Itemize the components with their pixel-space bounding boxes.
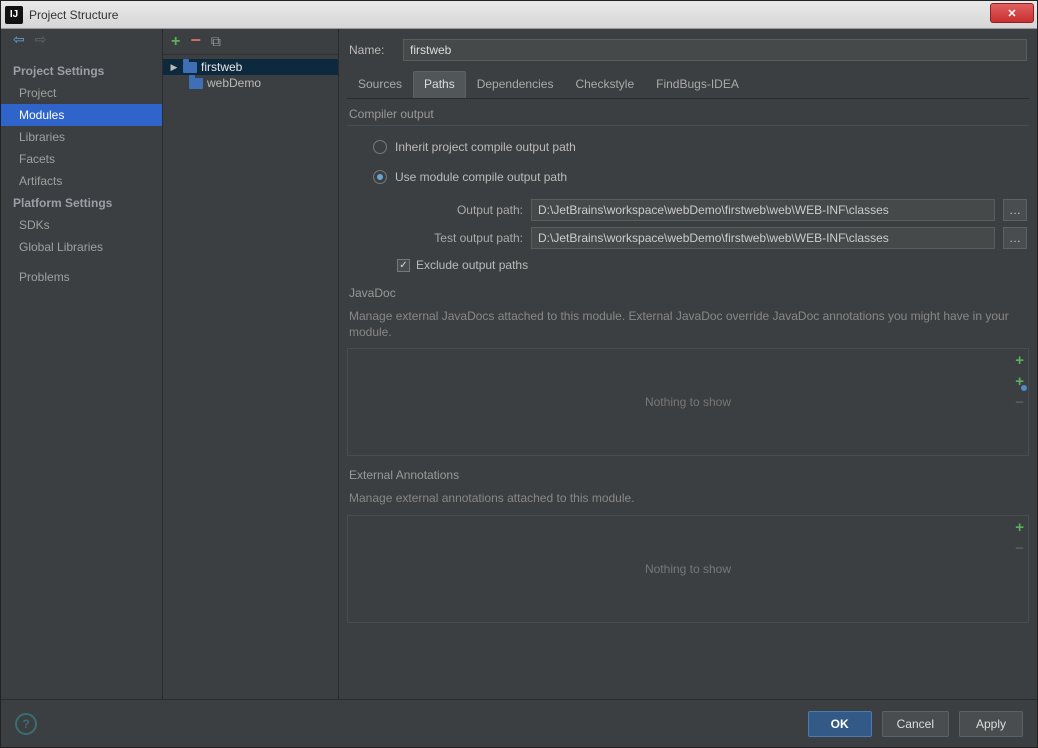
tab-paths[interactable]: Paths [413,71,466,98]
section-project-settings: Project Settings [1,60,162,82]
radio-module[interactable] [373,170,387,184]
app-icon: IJ [5,6,23,24]
settings-nav: Project Settings Project Modules Librari… [1,54,162,294]
radio-module-label: Use module compile output path [395,170,567,184]
tree-item-webdemo[interactable]: webDemo [163,75,338,91]
test-output-path-input[interactable] [531,227,995,249]
remove-icon[interactable]: − [190,30,201,51]
add-icon[interactable]: + [171,33,180,51]
tree-label: firstweb [201,60,242,74]
nav-modules[interactable]: Modules [1,104,162,126]
dialog-buttons: OK Cancel Apply [808,711,1023,737]
javadoc-section: JavaDoc Manage external JavaDocs attache… [347,284,1029,456]
tab-sources[interactable]: Sources [347,71,413,98]
output-path-input[interactable] [531,199,995,221]
add-extann-icon[interactable]: + [1015,520,1024,535]
radio-inherit-row[interactable]: Inherit project compile output path [347,136,1029,158]
titlebar[interactable]: IJ Project Structure ✕ [1,1,1037,29]
remove-javadoc-icon[interactable]: − [1015,395,1024,410]
nav-artifacts[interactable]: Artifacts [1,170,162,192]
apply-button[interactable]: Apply [959,711,1023,737]
modules-toolbar: + − ⧉ [163,29,338,55]
name-row: Name: [347,35,1029,71]
nav-libraries[interactable]: Libraries [1,126,162,148]
tree-label: webDemo [207,76,261,90]
tree-item-firstweb[interactable]: ▶ firstweb [163,59,338,75]
copy-icon[interactable]: ⧉ [211,33,221,50]
output-path-browse-button[interactable]: … [1003,199,1027,221]
extann-side-toolbar: + − [1015,520,1024,556]
radio-module-row[interactable]: Use module compile output path [347,166,1029,188]
output-path-label: Output path: [397,203,523,217]
external-annotations-section: External Annotations Manage external ann… [347,466,1029,622]
back-icon[interactable]: ⇦ [13,31,25,48]
extann-empty-text: Nothing to show [645,562,731,576]
close-button[interactable]: ✕ [990,3,1034,23]
help-button[interactable]: ? [15,713,37,735]
project-structure-window: IJ Project Structure ✕ ⇦ ⇨ Project Setti… [0,0,1038,748]
window-title: Project Structure [29,8,118,22]
tab-dependencies[interactable]: Dependencies [466,71,565,98]
test-output-path-row: Test output path: … [347,224,1029,252]
compiler-output-section: Compiler output Inherit project compile … [347,105,1029,274]
modules-tree: ▶ firstweb webDemo [163,55,338,95]
name-label: Name: [349,43,393,57]
settings-sidebar: ⇦ ⇨ Project Settings Project Modules Lib… [1,29,163,699]
ok-button[interactable]: OK [808,711,872,737]
exclude-output-label: Exclude output paths [416,258,528,272]
nav-facets[interactable]: Facets [1,148,162,170]
dialog-body: ⇦ ⇨ Project Settings Project Modules Lib… [1,29,1037,699]
module-name-input[interactable] [403,39,1027,61]
radio-inherit[interactable] [373,140,387,154]
section-platform-settings: Platform Settings [1,192,162,214]
expand-icon[interactable]: ▶ [169,62,179,73]
compiler-output-heading: Compiler output [347,105,1029,126]
javadoc-heading: JavaDoc [347,284,1029,304]
javadoc-listbox[interactable]: Nothing to show + + − [347,348,1029,456]
module-tabs: Sources Paths Dependencies Checkstyle Fi… [347,71,1029,99]
extann-heading: External Annotations [347,466,1029,486]
exclude-output-checkbox[interactable]: ✓ [397,259,410,272]
javadoc-side-toolbar: + + − [1015,353,1024,410]
radio-inherit-label: Inherit project compile output path [395,140,576,154]
remove-extann-icon[interactable]: − [1015,541,1024,556]
module-icon [189,78,203,89]
module-icon [183,62,197,73]
output-path-row: Output path: … [347,196,1029,224]
extann-listbox[interactable]: Nothing to show + − [347,515,1029,623]
add-javadoc-icon[interactable]: + [1015,353,1024,368]
tab-checkstyle[interactable]: Checkstyle [564,71,645,98]
test-output-path-browse-button[interactable]: … [1003,227,1027,249]
dialog-footer: ? OK Cancel Apply [1,699,1037,747]
add-javadoc-url-icon[interactable]: + [1015,374,1024,389]
exclude-output-row[interactable]: ✓ Exclude output paths [347,252,1029,274]
nav-project[interactable]: Project [1,82,162,104]
forward-icon[interactable]: ⇨ [35,31,47,48]
tab-findbugs[interactable]: FindBugs-IDEA [645,71,750,98]
nav-sdks[interactable]: SDKs [1,214,162,236]
cancel-button[interactable]: Cancel [882,711,949,737]
nav-problems[interactable]: Problems [1,266,162,288]
nav-history: ⇦ ⇨ [1,29,162,54]
test-output-path-label: Test output path: [397,231,523,245]
module-details: Name: Sources Paths Dependencies Checkst… [339,29,1037,699]
nav-global-libraries[interactable]: Global Libraries [1,236,162,258]
javadoc-empty-text: Nothing to show [645,395,731,409]
javadoc-desc: Manage external JavaDocs attached to thi… [347,306,1029,348]
modules-panel: + − ⧉ ▶ firstweb webDemo [163,29,339,699]
extann-desc: Manage external annotations attached to … [347,488,1029,514]
